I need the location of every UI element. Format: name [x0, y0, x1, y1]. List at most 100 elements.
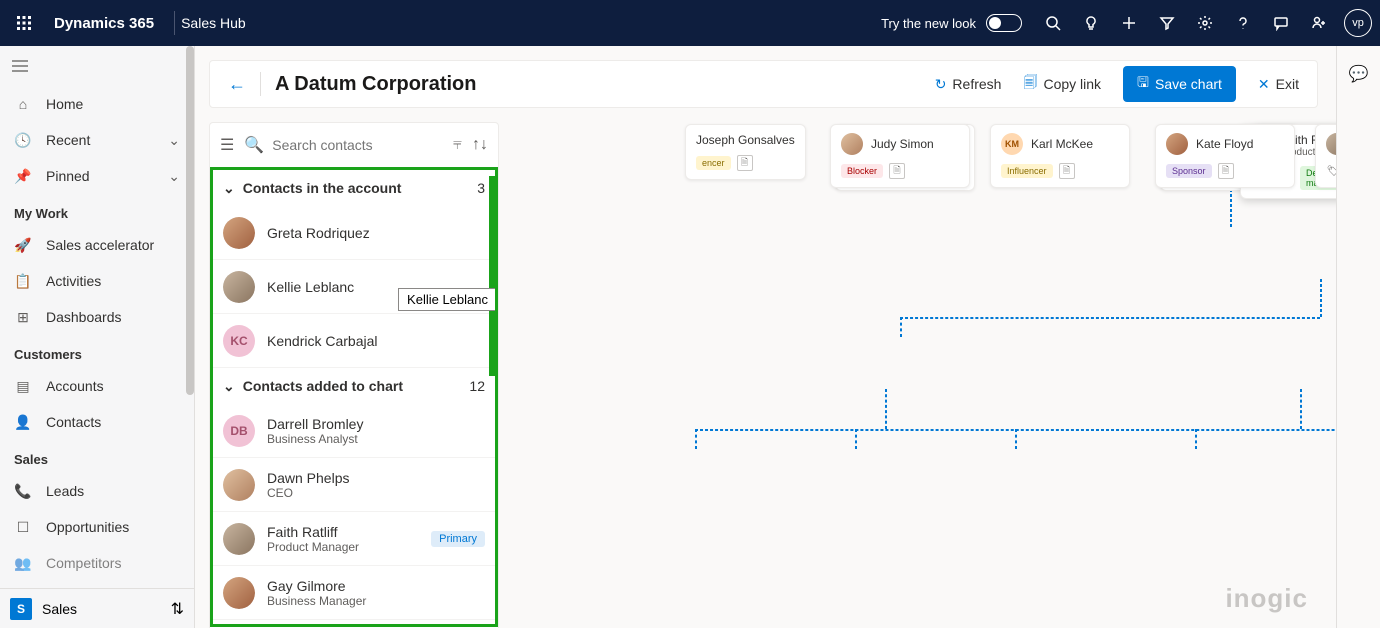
gear-icon[interactable] — [1186, 4, 1224, 42]
contact-row[interactable]: Greta Rodriquez — [213, 206, 495, 260]
section-title: Contacts added to chart — [243, 378, 403, 394]
contact-name: Faith Ratliff — [267, 524, 359, 540]
page-header: ← A Datum Corporation ↻Refresh 🗐Copy lin… — [209, 60, 1318, 108]
divider — [174, 11, 175, 35]
close-icon: ✕ — [1258, 76, 1270, 93]
contact-role: CEO — [267, 486, 350, 500]
sidebar-footer[interactable]: S Sales ⇅ — [0, 588, 194, 628]
chart-node[interactable]: Kate Floyd Sponsor🗎 — [1155, 124, 1295, 188]
panel-menu-icon[interactable]: ☰ — [220, 135, 234, 155]
section-contacts-in-account[interactable]: ⌄Contacts in the account3 — [213, 170, 495, 206]
sidebar-item-label: Opportunities — [46, 519, 129, 535]
rocket-icon: 🚀 — [14, 236, 32, 254]
sort-icon[interactable]: ↑↓ — [472, 136, 488, 154]
building-icon: ▤ — [14, 377, 32, 395]
sidebar-item-label: Recent — [46, 132, 90, 148]
contact-name: Dawn Phelps — [267, 470, 350, 486]
contact-row[interactable]: Dawn PhelpsCEO — [213, 458, 495, 512]
new-look-toggle[interactable] — [986, 14, 1022, 32]
search-input[interactable] — [272, 137, 443, 153]
help-icon[interactable] — [1224, 4, 1262, 42]
search-icon[interactable] — [1034, 4, 1072, 42]
scrollbar[interactable] — [186, 46, 194, 395]
copy-link-button[interactable]: 🗐Copy link — [1023, 72, 1101, 96]
sidebar-item-contacts[interactable]: 👤Contacts — [0, 404, 194, 440]
connector — [1195, 429, 1197, 449]
search-contacts[interactable]: 🔍 — [244, 135, 443, 155]
save-chart-button[interactable]: 🖫Save chart — [1123, 66, 1236, 102]
doc-icon[interactable]: 🗎 — [737, 155, 753, 171]
avatar: KC — [223, 325, 255, 357]
sidebar-item-label: Home — [46, 96, 83, 112]
plus-icon[interactable] — [1110, 4, 1148, 42]
sidebar-item-sales-accel[interactable]: 🚀Sales accelerator — [0, 227, 194, 263]
sidebar-item-leads[interactable]: 📞 Leads — [0, 473, 194, 509]
sidebar-item-activities[interactable]: 📋Activities — [0, 263, 194, 299]
sidebar-item-home[interactable]: ⌂Home — [0, 86, 194, 122]
chart-node[interactable]: Gracie George 🏷🗎 — [1315, 124, 1336, 188]
sidebar-item-label: Pinned — [46, 168, 90, 184]
pin-icon: 📌 — [14, 167, 32, 185]
contact-row[interactable]: DB Darrell BromleyBusiness Analyst — [213, 404, 495, 458]
contact-row[interactable]: Gay GilmoreBusiness Manager — [213, 566, 495, 620]
button-label: Refresh — [952, 76, 1001, 92]
chart-node[interactable]: KMKarl McKee Influencer🗎 — [990, 124, 1130, 188]
scrollbar[interactable] — [489, 176, 495, 376]
divider — [260, 72, 261, 96]
refresh-icon: ↻ — [935, 76, 947, 93]
contact-name: Darrell Bromley — [267, 416, 363, 432]
connector — [855, 429, 857, 449]
users-icon: 👥 — [14, 554, 32, 572]
contact-row[interactable]: Kellie LeblancKellie Leblanc — [213, 260, 495, 314]
connector — [1300, 389, 1302, 429]
filter-icon[interactable]: ⫧ — [453, 136, 462, 154]
sidebar-toggle[interactable] — [0, 46, 194, 86]
phone-icon: 📞 — [14, 482, 32, 500]
contacts-panel: ☰ 🔍 ⫧ ↑↓ ⌄Contacts in the account3 Greta… — [209, 122, 499, 628]
chart-node[interactable]: Judy Simon Blocker🗎 — [830, 124, 970, 188]
contact-row[interactable]: Faith RatliffProduct ManagerPrimary — [213, 512, 495, 566]
brand-name[interactable]: Dynamics 365 — [54, 15, 154, 32]
refresh-button[interactable]: ↻ Refresh — [935, 76, 1002, 93]
highlighted-region: ⌄Contacts in the account3 Greta Rodrique… — [210, 167, 498, 627]
tag-influencer: encer — [696, 156, 731, 170]
org-chart-canvas[interactable]: Dawn PhelpsCEO Decision maker🗎 June LowM… — [505, 124, 1336, 628]
sidebar-item-recent[interactable]: 🕓Recent⌄ — [0, 122, 194, 158]
lightbulb-icon[interactable] — [1072, 4, 1110, 42]
sidebar-item-label: Activities — [46, 273, 101, 289]
doc-icon[interactable]: 🗎 — [1218, 163, 1234, 179]
connector — [885, 389, 887, 429]
sidebar-item-label: Dashboards — [46, 309, 122, 325]
avatar: DB — [223, 415, 255, 447]
sidebar-group-sales: Sales — [0, 440, 194, 473]
contact-row[interactable]: KCKendrick Carbajal — [213, 314, 495, 368]
app-launcher-icon[interactable] — [8, 7, 40, 39]
filter-icon[interactable] — [1148, 4, 1186, 42]
sidebar-item-competitors[interactable]: 👥Competitors — [0, 545, 194, 581]
sidebar: ⌂Home 🕓Recent⌄ 📌Pinned⌄ My Work 🚀Sales a… — [0, 46, 195, 628]
section-contacts-added[interactable]: ⌄Contacts added to chart12 — [213, 368, 495, 404]
chat-icon[interactable]: 💬 — [1343, 58, 1375, 90]
sidebar-item-label: Leads — [46, 483, 84, 499]
app-name: Sales Hub — [181, 15, 246, 31]
chart-node[interactable]: Joseph Gonsalves encer🗎 — [685, 124, 806, 180]
watermark: inogic — [1225, 583, 1308, 614]
connector — [900, 317, 1320, 319]
sidebar-item-opportunities[interactable]: ☐Opportunities — [0, 509, 194, 545]
doc-icon[interactable]: 🗎 — [1059, 163, 1075, 179]
tag-influencer: Influencer — [1001, 164, 1053, 178]
chat-icon[interactable] — [1262, 4, 1300, 42]
user-avatar[interactable]: vp — [1344, 9, 1372, 37]
sidebar-item-dashboards[interactable]: ⊞Dashboards — [0, 299, 194, 335]
exit-button[interactable]: ✕Exit — [1258, 76, 1299, 93]
doc-icon[interactable]: 🗎 — [889, 163, 905, 179]
back-arrow-icon[interactable]: ← — [228, 74, 246, 95]
sidebar-item-pinned[interactable]: 📌Pinned⌄ — [0, 158, 194, 194]
person-icon[interactable] — [1300, 4, 1338, 42]
sidebar-item-accounts[interactable]: ▤Accounts — [0, 368, 194, 404]
section-count: 3 — [477, 180, 485, 196]
avatar — [223, 577, 255, 609]
contact-role: Business Analyst — [267, 432, 363, 446]
avatar — [1326, 133, 1336, 155]
contact-role: Business Manager — [267, 594, 366, 608]
